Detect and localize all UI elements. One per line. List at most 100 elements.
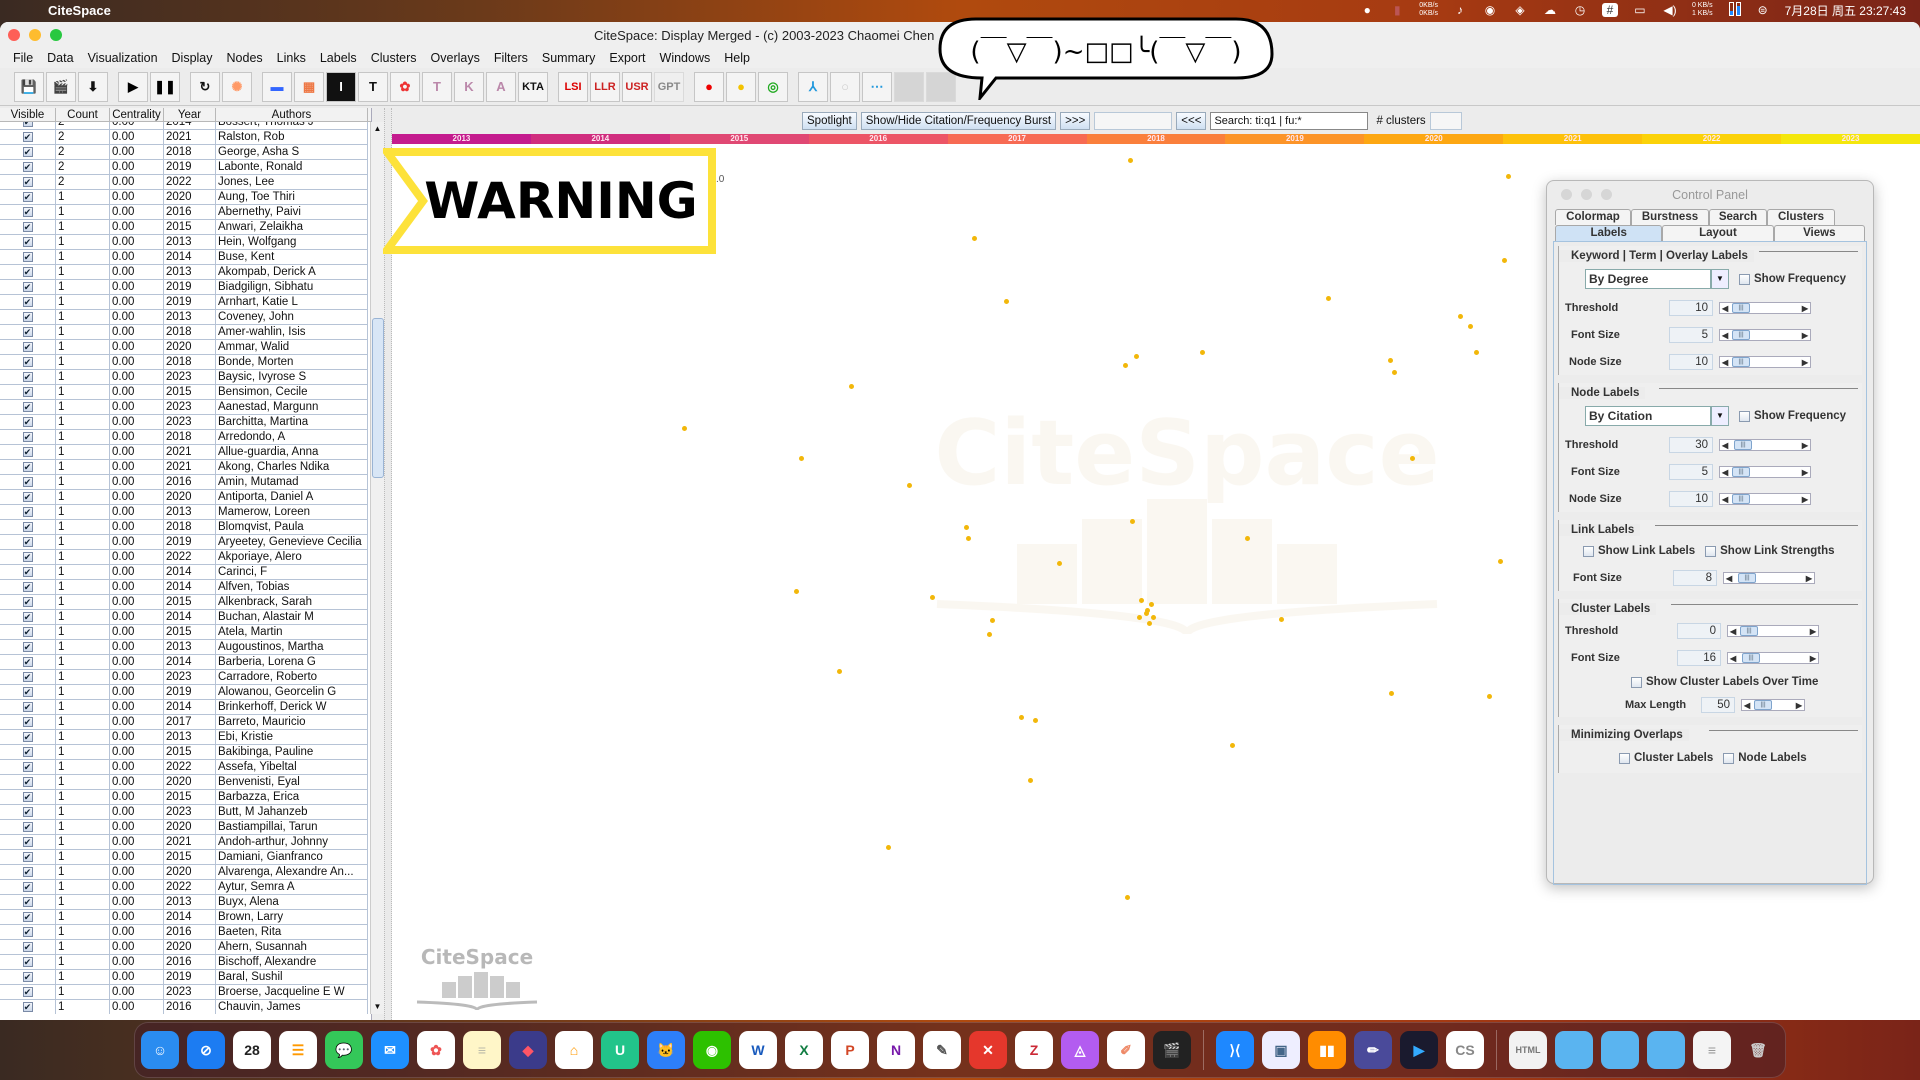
network-node[interactable]: [966, 536, 971, 541]
overlap-node-labels-checkbox[interactable]: Node Labels: [1723, 752, 1807, 764]
slider-left-arrow-icon[interactable]: ◀: [1722, 440, 1728, 451]
tab-colormap[interactable]: Colormap: [1555, 209, 1631, 225]
visible-checkbox[interactable]: ✔: [22, 882, 33, 892]
node-label-mode-select[interactable]: By Citation: [1585, 406, 1711, 426]
dock-document-icon[interactable]: ≡: [1693, 1031, 1731, 1069]
scroll-down-icon[interactable]: ▼: [371, 1000, 384, 1014]
visible-checkbox[interactable]: ✔: [22, 537, 33, 547]
slider-left-arrow-icon[interactable]: ◀: [1726, 573, 1732, 584]
table-row[interactable]: ✔ 1 0.00 2022 Assefa, Yibeltal: [0, 760, 368, 775]
cluster-threshold-slider[interactable]: ◀ ||| ▶: [1727, 624, 1819, 637]
slider-right-arrow-icon[interactable]: ▶: [1810, 626, 1816, 637]
visible-checkbox[interactable]: ✔: [22, 1002, 33, 1012]
slider-right-arrow-icon[interactable]: ▶: [1802, 357, 1808, 368]
visible-checkbox[interactable]: ✔: [22, 177, 33, 187]
menu-display[interactable]: Display: [165, 51, 220, 65]
visible-cell[interactable]: ✔: [0, 280, 56, 294]
keyword-show-frequency-checkbox[interactable]: Show Frequency: [1739, 273, 1846, 285]
dock-home-icon[interactable]: ⌂: [555, 1031, 593, 1069]
visible-cell[interactable]: ✔: [0, 850, 56, 864]
visible-cell[interactable]: ✔: [0, 520, 56, 534]
table-row[interactable]: ✔ 1 0.00 2020 Aung, Toe Thiri: [0, 190, 368, 205]
colormap-grid-icon[interactable]: ▦: [294, 71, 324, 102]
network-node[interactable]: [1139, 598, 1144, 603]
layers-icon[interactable]: ◈: [1512, 3, 1528, 17]
colorbar-icon[interactable]: ▬: [262, 71, 292, 102]
visible-checkbox[interactable]: ✔: [22, 147, 33, 157]
visible-cell[interactable]: ✔: [0, 220, 56, 234]
table-row[interactable]: ✔ 2 0.00 2019 Labonte, Ronald: [0, 160, 368, 175]
cat-icon[interactable]: ▮: [1389, 3, 1405, 17]
slider-left-arrow-icon[interactable]: ◀: [1722, 330, 1728, 341]
visible-checkbox[interactable]: ✔: [22, 702, 33, 712]
visible-cell[interactable]: ✔: [0, 865, 56, 879]
table-row[interactable]: ✔ 1 0.00 2020 Antiporta, Daniel A: [0, 490, 368, 505]
table-row[interactable]: ✔ 1 0.00 2015 Alkenbrack, Sarah: [0, 595, 368, 610]
dock-excel-icon[interactable]: X: [785, 1031, 823, 1069]
network-node[interactable]: [1506, 174, 1511, 179]
node-show-frequency-checkbox[interactable]: Show Frequency: [1739, 410, 1846, 422]
visible-checkbox[interactable]: ✔: [22, 552, 33, 562]
dock-folder-1-icon[interactable]: [1555, 1031, 1593, 1069]
show-link-strengths-checkbox[interactable]: Show Link Strengths: [1705, 545, 1835, 557]
dock-shortcuts-icon[interactable]: ◆: [509, 1031, 547, 1069]
visible-cell[interactable]: ✔: [0, 895, 56, 909]
visible-checkbox[interactable]: ✔: [22, 207, 33, 217]
table-row[interactable]: ✔ 1 0.00 2015 Anwari, Zelaikha: [0, 220, 368, 235]
volume-icon[interactable]: ◀): [1662, 3, 1678, 17]
visible-checkbox[interactable]: ✔: [22, 582, 33, 592]
visible-checkbox[interactable]: ✔: [22, 567, 33, 577]
menu-labels[interactable]: Labels: [313, 51, 364, 65]
tab-layout[interactable]: Layout: [1662, 225, 1774, 241]
display-icon[interactable]: ▭: [1632, 3, 1648, 17]
menu-file[interactable]: File: [6, 51, 40, 65]
network-node[interactable]: [1388, 358, 1393, 363]
visible-cell[interactable]: ✔: [0, 670, 56, 684]
cluster-font-size-slider[interactable]: ◀ ||| ▶: [1727, 651, 1819, 664]
table-row[interactable]: ✔ 1 0.00 2021 Andoh-arthur, Johnny: [0, 835, 368, 850]
table-row[interactable]: ✔ 1 0.00 2015 Bensimon, Cecile: [0, 385, 368, 400]
table-row[interactable]: ✔ 1 0.00 2016 Abernethy, Paivi: [0, 205, 368, 220]
cluster-threshold-field[interactable]: 0: [1677, 622, 1721, 639]
network-node[interactable]: [1392, 370, 1397, 375]
visible-cell[interactable]: ✔: [0, 400, 56, 414]
kta-icon[interactable]: KTA: [518, 71, 548, 102]
visible-cell[interactable]: ✔: [0, 925, 56, 939]
table-row[interactable]: ✔ 1 0.00 2015 Atela, Martin: [0, 625, 368, 640]
scrollbar-thumb[interactable]: [372, 318, 384, 478]
cicada-icon[interactable]: ♪: [1452, 3, 1468, 17]
network-node[interactable]: [1134, 354, 1139, 359]
visible-cell[interactable]: ✔: [0, 790, 56, 804]
network-node[interactable]: [972, 236, 977, 241]
visible-checkbox[interactable]: ✔: [22, 357, 33, 367]
table-row[interactable]: ✔ 1 0.00 2018 Bonde, Morten: [0, 355, 368, 370]
spiral-icon[interactable]: ✺: [222, 71, 252, 102]
visible-cell[interactable]: ✔: [0, 760, 56, 774]
dock-notes-icon[interactable]: ≡: [463, 1031, 501, 1069]
menu-windows[interactable]: Windows: [653, 51, 718, 65]
visible-cell[interactable]: ✔: [0, 805, 56, 819]
visible-cell[interactable]: ✔: [0, 715, 56, 729]
slider-left-arrow-icon[interactable]: ◀: [1722, 467, 1728, 478]
clusters-count-field[interactable]: [1429, 112, 1462, 130]
network-icon[interactable]: ⅄: [798, 71, 828, 102]
table-row[interactable]: ✔ 1 0.00 2018 Blomqvist, Paula: [0, 520, 368, 535]
visible-cell[interactable]: ✔: [0, 625, 56, 639]
table-scrollbar[interactable]: ▲ ▼: [370, 122, 384, 1014]
visible-checkbox[interactable]: ✔: [22, 522, 33, 532]
visible-cell[interactable]: ✔: [0, 745, 56, 759]
cluster-labels-over-time-checkbox[interactable]: Show Cluster Labels Over Time: [1631, 676, 1818, 688]
cloud-icon[interactable]: ☁: [1542, 3, 1558, 17]
cp-zoom-button[interactable]: [1601, 189, 1612, 200]
app-menu-name[interactable]: CiteSpace: [48, 3, 111, 18]
network-node[interactable]: [1487, 694, 1492, 699]
column-header-count[interactable]: Count: [56, 108, 110, 121]
visible-checkbox[interactable]: ✔: [22, 342, 33, 352]
visible-cell[interactable]: ✔: [0, 355, 56, 369]
slider-right-arrow-icon[interactable]: ▶: [1802, 303, 1808, 314]
dock-books-icon[interactable]: ▮▮: [1308, 1031, 1346, 1069]
dock-photos-icon[interactable]: ✿: [417, 1031, 455, 1069]
dock-safari-icon[interactable]: ⊘: [187, 1031, 225, 1069]
visible-cell[interactable]: ✔: [0, 190, 56, 204]
network-node[interactable]: [799, 456, 804, 461]
